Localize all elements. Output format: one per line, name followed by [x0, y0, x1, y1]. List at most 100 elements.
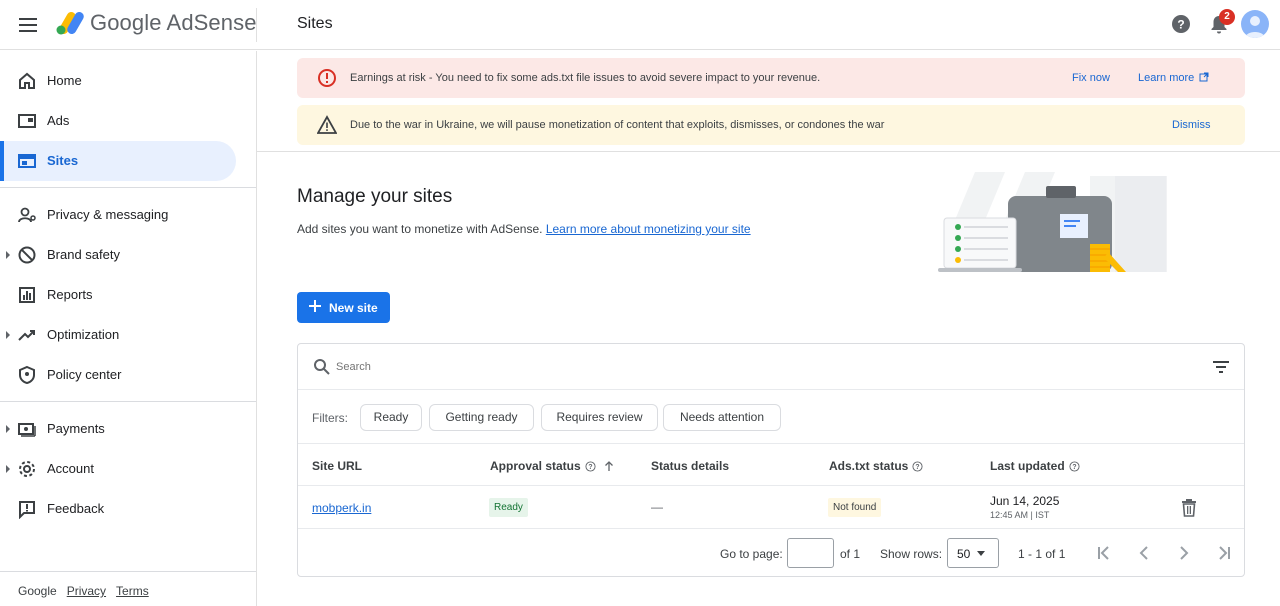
sort-arrow-up-icon[interactable]: [603, 460, 615, 472]
column-header-status-details: Status details: [651, 459, 729, 473]
sidebar-item-sites[interactable]: Sites: [0, 141, 236, 181]
last-updated-time: 12:45 AM | IST: [990, 510, 1050, 520]
page-number-input[interactable]: [787, 538, 834, 568]
gear-icon: [19, 461, 35, 477]
home-icon: [19, 72, 35, 89]
ukraine-notice-banner: Due to the war in Ukraine, we will pause…: [297, 105, 1245, 145]
expand-caret-icon: [6, 331, 10, 339]
expand-caret-icon: [6, 465, 10, 473]
last-updated-date: Jun 14, 2025: [990, 494, 1060, 508]
sidebar-footer: Google Privacy Terms: [18, 584, 149, 598]
table-row: mobperk.in Ready — Not found Jun 14, 202…: [298, 486, 1244, 529]
sidebar-item-optimization[interactable]: Optimization: [0, 315, 236, 355]
search-bar: [298, 344, 1244, 390]
sites-icon: [18, 154, 36, 168]
sidebar-item-account[interactable]: Account: [0, 449, 236, 489]
sidebar-item-label: Optimization: [47, 327, 120, 342]
manage-sites-subtext: Add sites you want to monetize with AdSe…: [297, 222, 751, 236]
shield-icon: [19, 365, 35, 385]
warning-icon: [317, 115, 337, 134]
ukraine-notice-text: Due to the war in Ukraine, we will pause…: [350, 119, 885, 131]
filter-chip-getting-ready[interactable]: Getting ready: [429, 404, 534, 431]
content-divider: [257, 151, 1280, 152]
help-outline-icon[interactable]: ?: [1069, 460, 1080, 472]
column-label: Last updated: [990, 459, 1065, 473]
search-icon: [314, 359, 330, 375]
avatar[interactable]: [1241, 10, 1269, 38]
sidebar: Home Ads Sites Privacy & messaging Brand…: [0, 51, 257, 606]
search-input[interactable]: [336, 358, 1136, 376]
column-label: Status details: [651, 459, 730, 473]
dismiss-button[interactable]: Dismiss: [1172, 119, 1211, 131]
table-header: Site URL Approval status ? Status detail…: [298, 444, 1244, 486]
go-to-page-label: Go to page:: [720, 547, 783, 561]
top-app-bar: Google AdSense Sites ? 2: [0, 0, 1280, 50]
sidebar-item-label: Brand safety: [47, 247, 120, 262]
first-page-icon[interactable]: [1095, 544, 1113, 562]
column-header-last-updated[interactable]: Last updated ?: [990, 459, 1080, 473]
adsense-logo[interactable]: Google AdSense: [54, 10, 257, 36]
delete-icon[interactable]: [1181, 499, 1197, 517]
privacy-icon: [18, 207, 36, 223]
sites-illustration: [938, 172, 1167, 272]
filter-chip-requires-review[interactable]: Requires review: [541, 404, 658, 431]
filter-list-icon[interactable]: [1212, 359, 1230, 375]
new-site-button[interactable]: New site: [297, 292, 390, 323]
learn-more-label: Learn more: [1138, 72, 1195, 84]
manage-sites-heading: Manage your sites: [297, 186, 453, 207]
reports-icon: [19, 287, 35, 303]
menu-icon[interactable]: [16, 14, 40, 36]
learn-more-link[interactable]: Learn more: [1138, 72, 1209, 84]
show-rows-label: Show rows:: [880, 547, 943, 561]
feedback-icon: [19, 501, 35, 519]
column-label: Approval status: [490, 459, 581, 473]
previous-page-icon[interactable]: [1135, 544, 1153, 562]
sidebar-item-label: Privacy & messaging: [47, 207, 169, 222]
sidebar-item-ads[interactable]: Ads: [0, 101, 236, 141]
status-details-value: —: [651, 500, 663, 514]
column-header-ads-txt-status[interactable]: Ads.txt status ?: [829, 459, 923, 473]
svg-text:?: ?: [1177, 18, 1184, 32]
monetizing-learn-more-link[interactable]: Learn more about monetizing your site: [546, 222, 751, 236]
filters-row: Filters: Ready Getting ready Requires re…: [298, 390, 1244, 444]
range-label: 1 - 1 of 1: [1018, 547, 1066, 561]
site-url-link[interactable]: mobperk.in: [312, 501, 371, 515]
subtext-body: Add sites you want to monetize with AdSe…: [297, 222, 543, 236]
notification-count-badge: 2: [1219, 9, 1235, 25]
terms-link[interactable]: Terms: [116, 584, 149, 598]
sidebar-item-brand-safety[interactable]: Brand safety: [0, 235, 236, 275]
rows-per-page-value: 50: [957, 547, 971, 561]
filters-label: Filters:: [312, 411, 348, 425]
filter-chip-ready[interactable]: Ready: [360, 404, 422, 431]
fix-now-link[interactable]: Fix now: [1072, 72, 1110, 84]
help-icon[interactable]: ?: [1171, 14, 1191, 34]
sidebar-item-label: Feedback: [47, 501, 105, 516]
footer-google-text: Google: [18, 584, 57, 598]
ads-icon: [18, 114, 36, 128]
sidebar-divider: [0, 401, 256, 402]
earnings-risk-text: Earnings at risk - You need to fix some …: [350, 72, 821, 84]
sidebar-item-home[interactable]: Home: [0, 61, 236, 101]
approval-status-badge: Ready: [489, 498, 528, 517]
column-header-approval-status[interactable]: Approval status ?: [490, 459, 615, 473]
sidebar-item-label: Reports: [47, 287, 93, 302]
last-page-icon[interactable]: [1215, 544, 1233, 562]
sidebar-item-reports[interactable]: Reports: [0, 275, 236, 315]
help-outline-icon[interactable]: ?: [585, 460, 596, 472]
sidebar-item-privacy-messaging[interactable]: Privacy & messaging: [0, 195, 236, 235]
error-icon: [318, 69, 336, 87]
block-icon: [18, 246, 36, 264]
open-in-new-icon: [1199, 72, 1209, 82]
rows-per-page-select[interactable]: 50: [947, 538, 999, 568]
column-header-site-url[interactable]: Site URL: [312, 459, 362, 473]
sites-table-card: Filters: Ready Getting ready Requires re…: [297, 343, 1245, 577]
sidebar-item-feedback[interactable]: Feedback: [0, 489, 236, 529]
privacy-link[interactable]: Privacy: [67, 584, 106, 598]
help-outline-icon[interactable]: ?: [912, 460, 923, 472]
next-page-icon[interactable]: [1175, 544, 1193, 562]
sidebar-item-policy-center[interactable]: Policy center: [0, 355, 236, 395]
filter-chip-needs-attention[interactable]: Needs attention: [663, 404, 781, 431]
sidebar-item-payments[interactable]: Payments: [0, 409, 236, 449]
svg-text:?: ?: [916, 464, 920, 471]
avatar-person-icon: [1245, 16, 1265, 38]
